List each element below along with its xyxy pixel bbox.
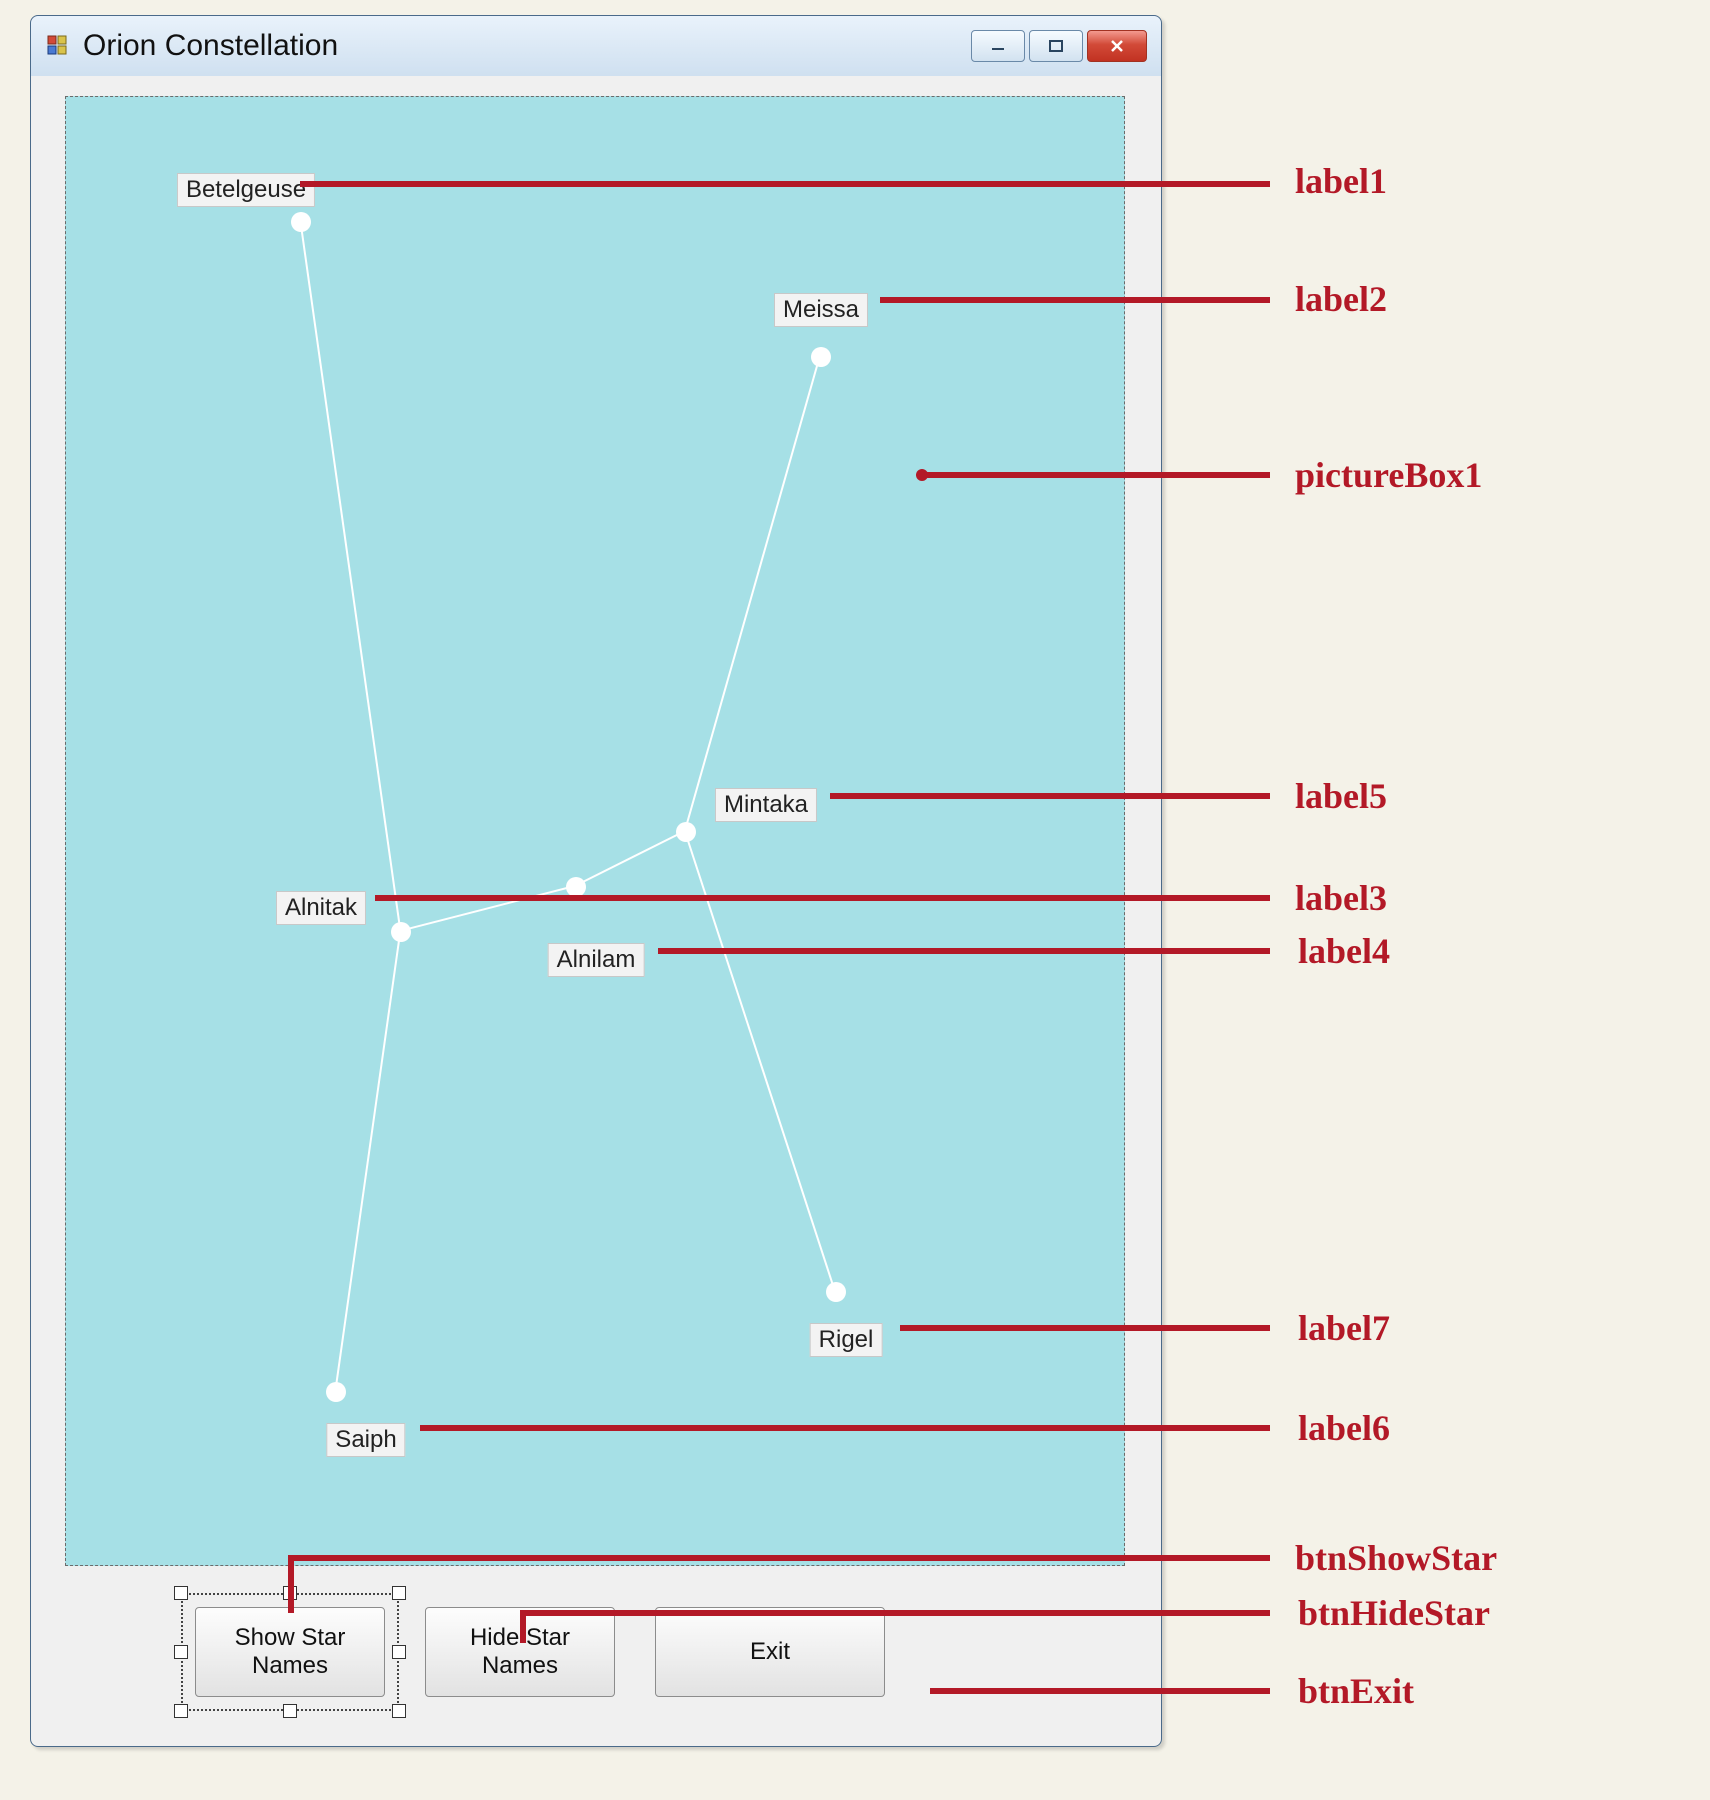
maximize-button[interactable] (1029, 30, 1083, 62)
label1: Betelgeuse (177, 173, 315, 207)
window-title: Orion Constellation (83, 29, 338, 63)
star-betelgeuse (291, 212, 311, 232)
show-star-names-button[interactable]: Show Star Names (195, 1607, 385, 1697)
label3: Alnitak (276, 891, 366, 925)
exit-label: Exit (750, 1638, 790, 1666)
ann-line-label7 (900, 1325, 1270, 1331)
annotation-btnexit: btnExit (1298, 1670, 1414, 1712)
label5: Mintaka (715, 788, 817, 822)
window-controls (971, 30, 1147, 62)
annotation-label5: label5 (1295, 775, 1387, 817)
ann-line-hidestar (520, 1610, 1270, 1616)
close-button[interactable] (1087, 30, 1147, 62)
label7: Rigel (810, 1323, 883, 1357)
app-icon (45, 33, 71, 59)
annotation-label6: label6 (1298, 1407, 1390, 1449)
star-saiph (326, 1382, 346, 1402)
star-mintaka (676, 822, 696, 842)
ann-line-label1 (300, 181, 1270, 187)
diagram-stage: Orion Constellation (0, 0, 1710, 1800)
constellation-lines (66, 97, 1124, 1565)
ann-line-btnexit (930, 1688, 1270, 1694)
titlebar[interactable]: Orion Constellation (31, 16, 1161, 76)
ann-line-v-showstar (288, 1558, 294, 1613)
minimize-button[interactable] (971, 30, 1025, 62)
annotation-label3: label3 (1295, 877, 1387, 919)
label6: Saiph (326, 1423, 405, 1457)
annotation-label4: label4 (1298, 930, 1390, 972)
annotation-label1: label1 (1295, 160, 1387, 202)
annotation-label7: label7 (1298, 1307, 1390, 1349)
label4: Alnilam (548, 943, 645, 977)
picturebox: Betelgeuse Meissa Mintaka Alnitak Alnila… (65, 96, 1125, 1566)
ann-line-label3 (375, 895, 1270, 901)
ann-line-label6 (420, 1425, 1270, 1431)
ann-line-label5 (830, 793, 1270, 799)
ann-line-picturebox (922, 472, 1270, 478)
annotation-btnhidestar: btnHideStar (1298, 1592, 1490, 1634)
star-rigel (826, 1282, 846, 1302)
annotation-btnshowstar: btnShowStar (1295, 1537, 1497, 1579)
ann-line-v-hidestar (520, 1613, 526, 1643)
form-body: Betelgeuse Meissa Mintaka Alnitak Alnila… (45, 76, 1147, 1732)
annotation-picturebox: pictureBox1 (1295, 454, 1482, 496)
app-window: Orion Constellation (30, 15, 1162, 1747)
star-alnitak (391, 922, 411, 942)
star-alnilam (566, 877, 586, 897)
ann-line-showstar (288, 1555, 1270, 1561)
show-star-names-label: Show Star Names (235, 1624, 346, 1680)
exit-button[interactable]: Exit (655, 1607, 885, 1697)
ann-line-label2 (880, 297, 1270, 303)
designer-selection: Show Star Names (195, 1607, 385, 1697)
star-meissa (811, 347, 831, 367)
ann-line-label4 (658, 948, 1270, 954)
label2: Meissa (774, 293, 868, 327)
annotation-label2: label2 (1295, 278, 1387, 320)
